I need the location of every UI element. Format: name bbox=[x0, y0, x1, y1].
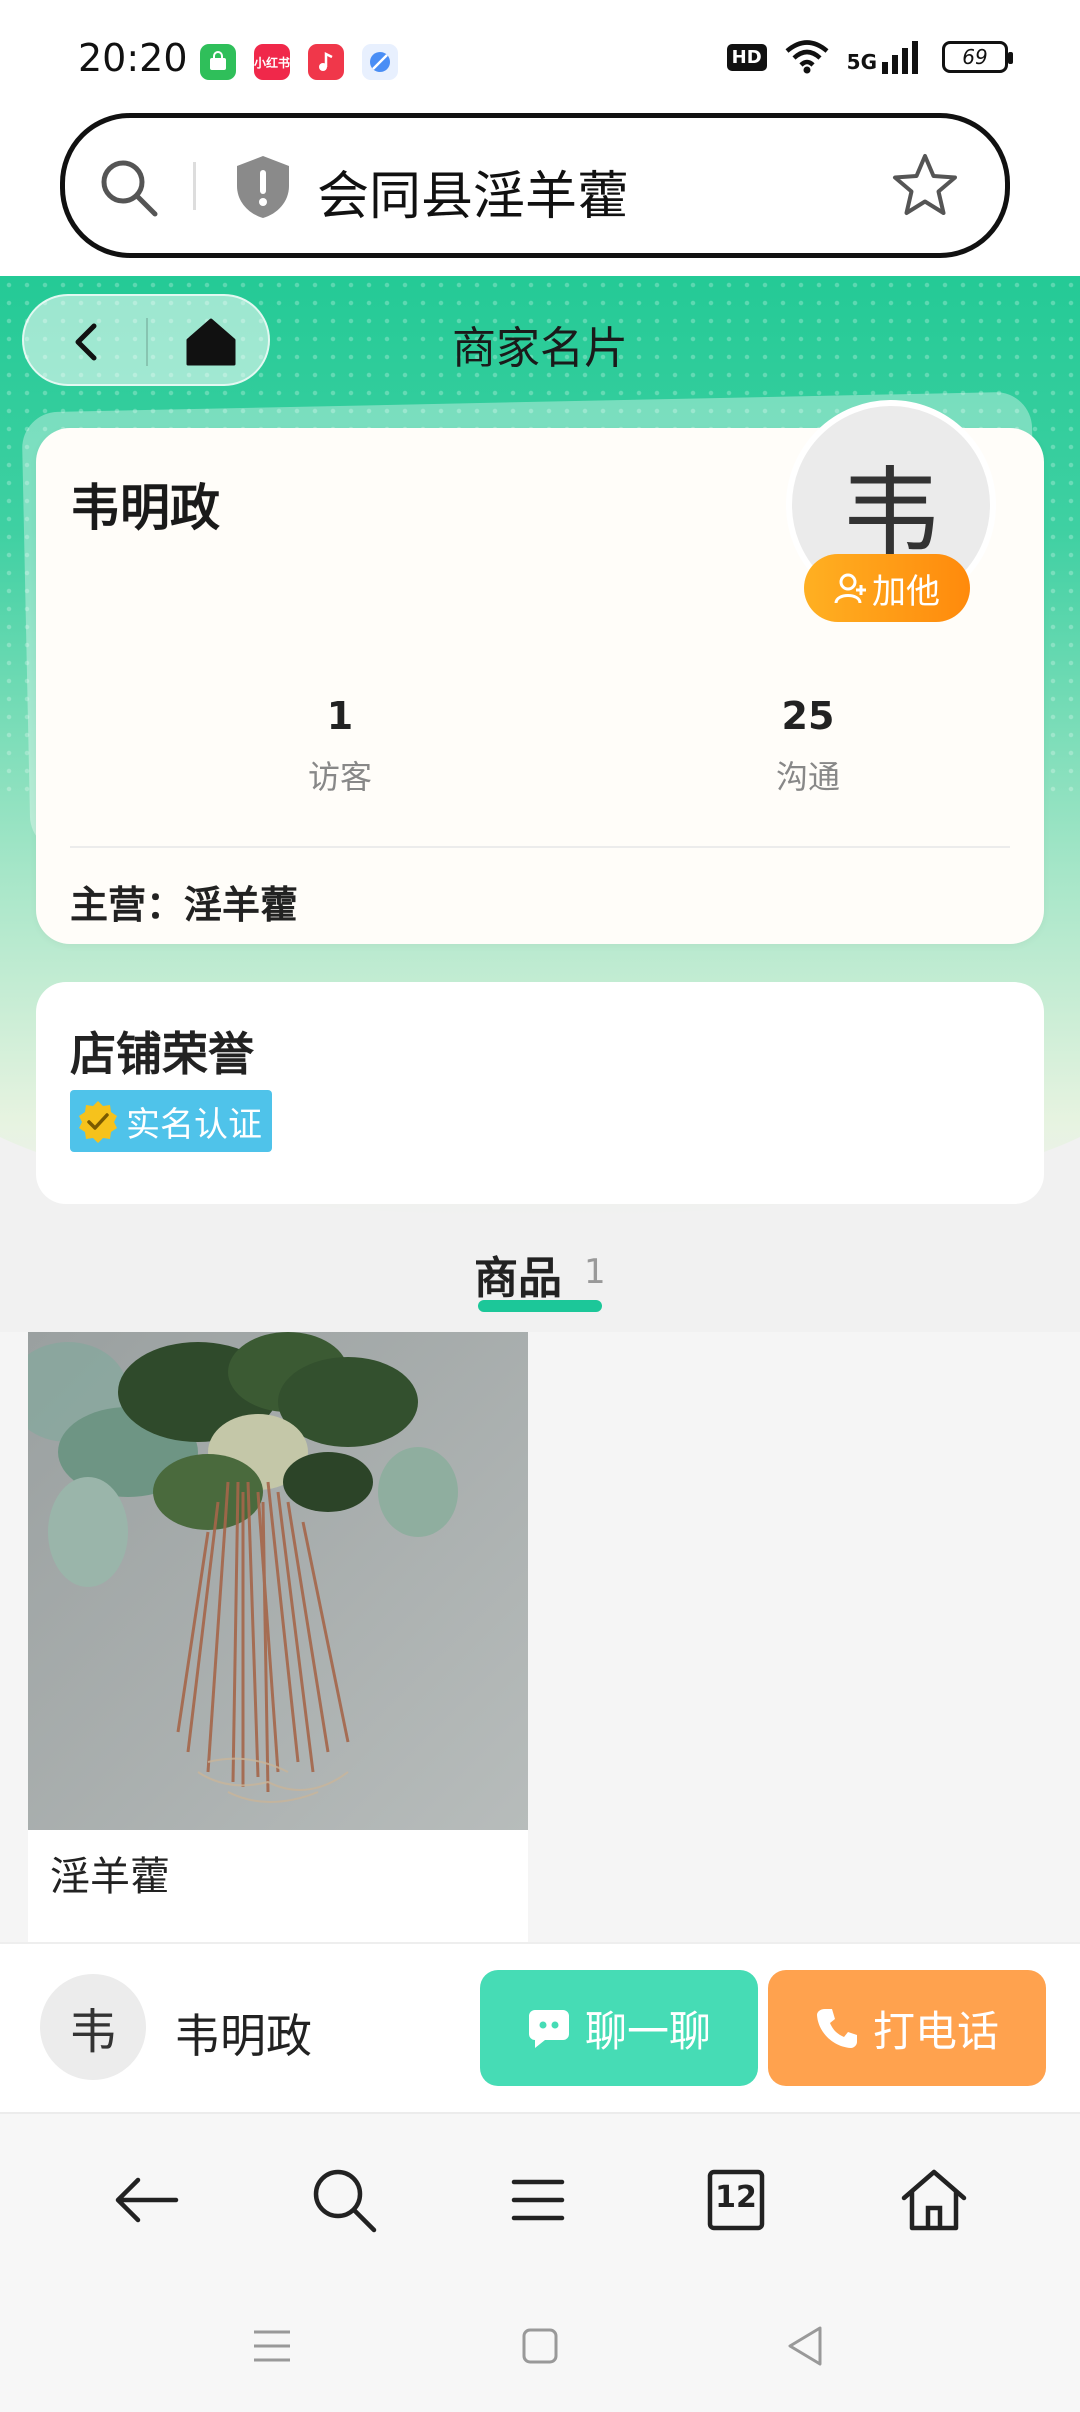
call-button[interactable]: 打电话 bbox=[768, 1970, 1046, 2086]
tabs-button[interactable]: 12 bbox=[700, 2164, 772, 2236]
product-card[interactable]: 淫羊藿 bbox=[28, 1332, 528, 1942]
call-label: 打电话 bbox=[872, 2006, 999, 2056]
recent-apps-icon[interactable] bbox=[248, 2322, 296, 2370]
tab-active-indicator bbox=[478, 1300, 602, 1312]
tab-products-count: 1 bbox=[584, 1252, 606, 1292]
shop-honors-card: 店铺荣誉 实名认证 bbox=[36, 982, 1044, 1204]
search-icon[interactable] bbox=[308, 2164, 380, 2236]
address-text[interactable]: 会同县淫羊藿 bbox=[317, 154, 629, 229]
address-divider bbox=[193, 162, 196, 210]
app-store-icon bbox=[200, 44, 236, 80]
cellular-signal-icon: 5G bbox=[847, 40, 924, 74]
avatar[interactable]: 韦 bbox=[40, 1974, 146, 2080]
tab-count: 12 bbox=[715, 2180, 757, 2215]
add-friend-button[interactable]: 加他 bbox=[804, 554, 970, 622]
system-navigation-bar bbox=[0, 2282, 1080, 2412]
merchant-name: 韦明政 bbox=[174, 2009, 312, 2063]
tab-products[interactable]: 商品 bbox=[474, 1242, 562, 1306]
stat-value: 25 bbox=[781, 694, 835, 738]
address-bar[interactable]: 会同县淫羊藿 bbox=[60, 113, 1010, 258]
status-time: 20:20 bbox=[78, 36, 188, 80]
xiaohongshu-icon: 小红书 bbox=[254, 44, 290, 80]
stat-communications: 25 沟通 bbox=[658, 694, 958, 798]
back-triangle-icon[interactable] bbox=[782, 2322, 830, 2370]
verified-icon bbox=[79, 1101, 117, 1143]
menu-icon[interactable] bbox=[502, 2164, 574, 2236]
status-bar: 20:20 小红书 HD 5G 69 bbox=[0, 0, 1080, 110]
add-user-icon bbox=[834, 573, 866, 604]
browser-icon bbox=[362, 44, 398, 80]
hd-badge: HD bbox=[726, 43, 767, 71]
verified-badge: 实名认证 bbox=[70, 1090, 272, 1152]
stat-value: 1 bbox=[326, 694, 354, 738]
stat-visitors: 1 访客 bbox=[190, 694, 490, 798]
merchant-page: 商家名片 韦明政 韦 加他 1 访客 25 沟通 主营：淫羊藿 店铺荣誉 实名认… bbox=[0, 276, 1080, 1332]
stat-label: 沟通 bbox=[775, 758, 840, 796]
merchant-action-bar: 韦 韦明政 聊一聊 打电话 bbox=[0, 1942, 1080, 2112]
merchant-name: 韦明政 bbox=[70, 479, 220, 537]
divider bbox=[70, 846, 1010, 848]
home-square-icon[interactable] bbox=[516, 2322, 564, 2370]
battery-icon: 69 bbox=[942, 41, 1013, 73]
wifi-icon bbox=[785, 40, 829, 74]
product-grid: 淫羊藿 bbox=[0, 1332, 1080, 1942]
product-image[interactable] bbox=[28, 1332, 528, 1830]
search-icon[interactable] bbox=[97, 156, 161, 220]
bookmark-star-icon[interactable] bbox=[891, 152, 959, 220]
chat-label: 聊一聊 bbox=[584, 2006, 711, 2056]
browser-address-area: 会同县淫羊藿 bbox=[0, 110, 1080, 276]
add-friend-label: 加他 bbox=[872, 571, 940, 612]
status-app-icons: 小红书 bbox=[200, 44, 398, 80]
verified-label: 实名认证 bbox=[126, 1104, 262, 1145]
honors-title: 店铺荣誉 bbox=[70, 1027, 254, 1081]
merchant-profile-card: 韦明政 韦 加他 1 访客 25 沟通 主营：淫羊藿 bbox=[36, 400, 1044, 944]
chat-button[interactable]: 聊一聊 bbox=[480, 1970, 758, 2086]
phone-icon bbox=[816, 2009, 857, 2048]
back-arrow-icon[interactable] bbox=[110, 2164, 182, 2236]
home-icon[interactable] bbox=[898, 2164, 970, 2236]
shield-icon[interactable] bbox=[233, 154, 293, 220]
status-indicators: HD 5G 69 bbox=[726, 40, 1013, 74]
stat-label: 访客 bbox=[307, 758, 372, 796]
main-business: 主营：淫羊藿 bbox=[70, 883, 299, 927]
music-icon bbox=[308, 44, 344, 80]
page-title: 商家名片 bbox=[452, 323, 628, 374]
chat-bubble-icon bbox=[528, 2010, 569, 2048]
browser-toolbar: 12 bbox=[0, 2112, 1080, 2282]
product-name[interactable]: 淫羊藿 bbox=[50, 1844, 170, 1902]
network-type: 5G bbox=[846, 50, 877, 74]
